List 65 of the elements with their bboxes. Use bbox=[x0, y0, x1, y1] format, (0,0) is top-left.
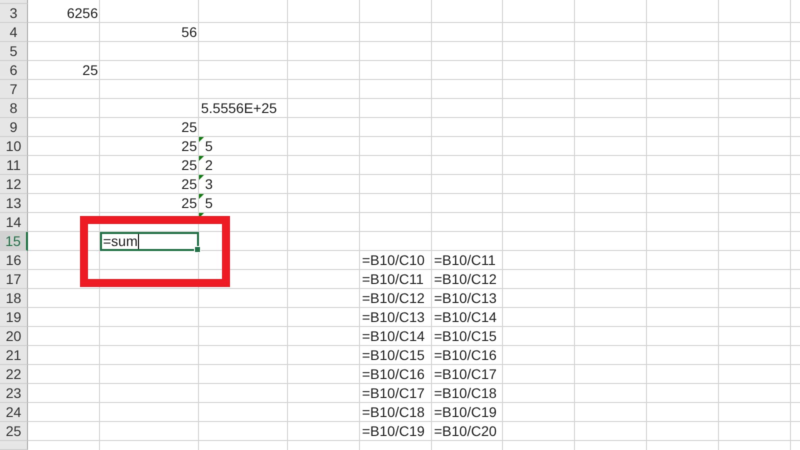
table-cell: 5 bbox=[205, 194, 213, 212]
table-cell: =B10/C11 bbox=[434, 251, 496, 269]
row-header[interactable]: 3 bbox=[0, 4, 28, 23]
row-header[interactable]: 16 bbox=[0, 251, 28, 270]
row-header[interactable]: 15 bbox=[0, 232, 28, 251]
table-cell: 2 bbox=[205, 156, 213, 174]
table-cell: 3 bbox=[205, 175, 213, 193]
table-cell: =B10/C14 bbox=[434, 308, 497, 326]
row-header[interactable]: 18 bbox=[0, 289, 28, 308]
row-header[interactable]: 17 bbox=[0, 270, 28, 289]
row-header[interactable]: 23 bbox=[0, 384, 28, 403]
table-cell: 25 bbox=[181, 137, 197, 155]
error-indicator-icon[interactable] bbox=[199, 156, 204, 161]
row-header[interactable]: 10 bbox=[0, 137, 28, 156]
table-cell: 5 bbox=[205, 137, 213, 155]
row-header[interactable]: 5 bbox=[0, 42, 28, 61]
table-cell: =B10/C18 bbox=[434, 384, 497, 402]
text-cursor bbox=[138, 234, 139, 249]
table-cell: =B10/C13 bbox=[362, 308, 425, 326]
row-header[interactable]: 20 bbox=[0, 327, 28, 346]
table-cell: 25 bbox=[181, 175, 197, 193]
error-indicator-icon[interactable] bbox=[199, 194, 204, 199]
table-cell: =B10/C15 bbox=[362, 346, 425, 364]
table-cell: =B10/C16 bbox=[434, 346, 497, 364]
row-header[interactable]: 14 bbox=[0, 213, 28, 232]
row-header[interactable]: 6 bbox=[0, 61, 28, 80]
row-header[interactable]: 25 bbox=[0, 422, 28, 441]
row-header-edge bbox=[0, 441, 28, 450]
row-header[interactable]: 7 bbox=[0, 80, 28, 99]
table-cell: 5.5556E+25 bbox=[201, 99, 277, 117]
table-cell: =B10/C13 bbox=[434, 289, 497, 307]
table-cell: =B10/C20 bbox=[434, 422, 497, 440]
fill-handle[interactable] bbox=[194, 246, 201, 253]
cell-input[interactable]: =sum bbox=[100, 232, 199, 251]
error-indicator-icon[interactable] bbox=[199, 137, 204, 142]
row-header[interactable]: 19 bbox=[0, 308, 28, 327]
row-header[interactable]: 13 bbox=[0, 194, 28, 213]
table-cell: =B10/C10 bbox=[362, 251, 425, 269]
table-cell: =B10/C14 bbox=[362, 327, 425, 345]
row-header[interactable]: 8 bbox=[0, 99, 28, 118]
row-header[interactable]: 9 bbox=[0, 118, 28, 137]
table-cell: 6256 bbox=[66, 4, 98, 22]
table-cell: 25 bbox=[181, 156, 197, 174]
table-cell: 25 bbox=[181, 118, 197, 136]
table-cell: =B10/C17 bbox=[362, 384, 425, 402]
row-header[interactable]: 22 bbox=[0, 365, 28, 384]
row-header[interactable]: 24 bbox=[0, 403, 28, 422]
row-header[interactable]: 11 bbox=[0, 156, 28, 175]
table-cell: =B10/C12 bbox=[362, 289, 425, 307]
table-cell: =B10/C19 bbox=[434, 403, 497, 421]
error-indicator-icon[interactable] bbox=[199, 213, 204, 218]
row-header[interactable]: 4 bbox=[0, 23, 28, 42]
row-header[interactable]: 21 bbox=[0, 346, 28, 365]
row-header[interactable]: 12 bbox=[0, 175, 28, 194]
table-cell: 25 bbox=[181, 194, 197, 212]
table-cell: =B10/C18 bbox=[362, 403, 425, 421]
error-indicator-icon[interactable] bbox=[199, 175, 204, 180]
table-cell: =B10/C12 bbox=[434, 270, 497, 288]
table-cell: 25 bbox=[82, 61, 98, 79]
table-cell: =B10/C15 bbox=[434, 327, 497, 345]
table-cell: =B10/C17 bbox=[434, 365, 497, 383]
table-cell: =B10/C11 bbox=[362, 270, 424, 288]
table-cell: 56 bbox=[181, 23, 197, 41]
table-cell: =B10/C16 bbox=[362, 365, 425, 383]
table-cell: =B10/C19 bbox=[362, 422, 425, 440]
